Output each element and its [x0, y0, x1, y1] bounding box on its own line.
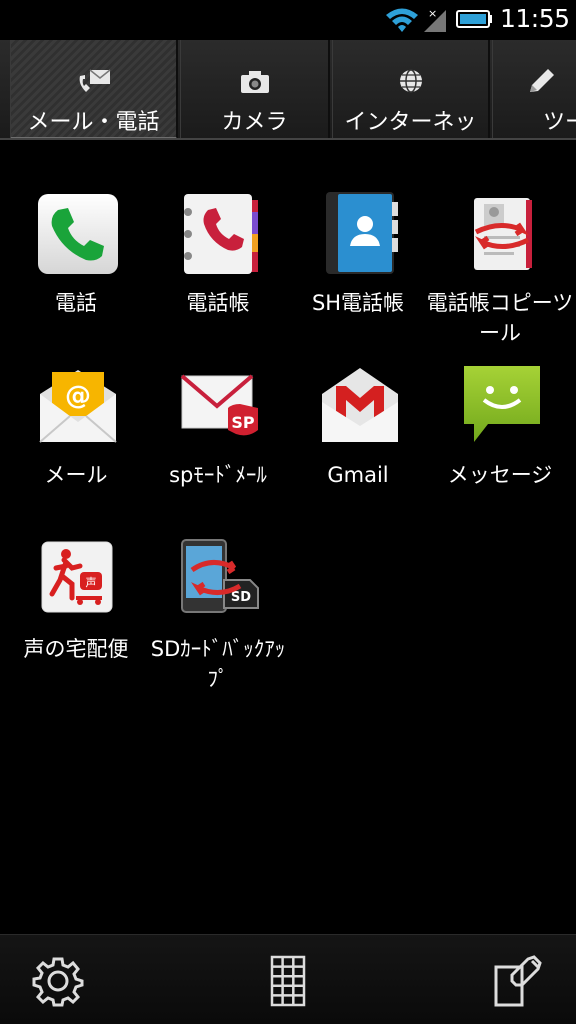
app-sd-backup[interactable]: SD SDｶｰﾄﾞﾊﾞｯｸｱｯﾌﾟ — [146, 538, 290, 718]
wifi-icon — [386, 8, 418, 32]
bottom-action-bar — [0, 934, 576, 1024]
message-icon — [464, 366, 540, 442]
globe-icon — [399, 69, 422, 93]
app-label: Gmail — [327, 463, 389, 487]
svg-text:SP: SP — [231, 413, 255, 432]
tab-label: ツー — [543, 110, 576, 135]
sd-backup-icon: SD — [181, 539, 259, 613]
phonebook-copy-icon — [474, 198, 532, 270]
tab-label: カメラ — [221, 110, 288, 135]
svg-text:声: 声 — [86, 575, 97, 589]
tab-mail-phone[interactable]: メール・電話 — [10, 40, 178, 138]
gear-icon[interactable] — [28, 951, 88, 1011]
phonebook-icon — [184, 194, 258, 274]
app-label: SH電話帳 — [311, 291, 405, 315]
app-label: spﾓｰﾄﾞﾒｰﾙ — [169, 463, 267, 487]
category-tab-bar: メール・電話 カメラ インターネッ ツー — [0, 40, 576, 140]
tab-label: メール・電話 — [27, 110, 160, 135]
sh-phonebook-icon — [326, 192, 398, 274]
app-label: 電話帳 — [186, 291, 250, 315]
svg-text:×: × — [428, 7, 437, 20]
svg-text:SD: SD — [231, 590, 251, 605]
edit-icon[interactable] — [488, 951, 548, 1011]
app-label: メッセージ — [447, 463, 553, 487]
battery-icon — [456, 10, 492, 28]
app-voice-delivery[interactable]: 声 声の宅配便 — [4, 538, 148, 718]
camera-icon — [240, 71, 269, 93]
phone-icon — [38, 194, 118, 274]
app-phonebook[interactable]: 電話帳 — [146, 192, 290, 372]
tab-camera[interactable]: カメラ — [180, 40, 330, 138]
pencil-icon — [529, 69, 554, 92]
tab-tools[interactable]: ツー — [492, 40, 576, 138]
svg-text:@: @ — [65, 381, 91, 411]
app-label: 声の宅配便 — [23, 637, 129, 661]
app-gmail[interactable]: Gmail — [286, 364, 430, 544]
app-phonebook-copy[interactable]: 電話帳コピーツール — [427, 192, 573, 372]
app-spmode-mail[interactable]: SP spﾓｰﾄﾞﾒｰﾙ — [146, 364, 290, 544]
app-label: SDｶｰﾄﾞﾊﾞｯｸｱｯﾌﾟ — [150, 637, 286, 691]
app-mail[interactable]: @ メール — [4, 364, 148, 544]
app-message[interactable]: メッセージ — [428, 364, 572, 544]
app-phone[interactable]: 電話 — [4, 192, 148, 372]
spmode-mail-icon: SP — [180, 374, 258, 436]
app-label: メール — [44, 463, 108, 487]
voice-delivery-icon: 声 — [41, 541, 113, 613]
app-sh-phonebook[interactable]: SH電話帳 — [286, 192, 430, 372]
mail-icon: @ — [39, 370, 117, 443]
grid-icon[interactable] — [258, 951, 318, 1011]
mail-phone-icon — [79, 69, 110, 92]
status-bar: × 11:55 — [0, 0, 576, 40]
app-label: 電話 — [55, 291, 97, 315]
clock: 11:55 — [500, 4, 570, 33]
gmail-icon — [322, 368, 398, 442]
tab-internet[interactable]: インターネッ — [332, 40, 490, 138]
tab-label: インターネッ — [344, 110, 477, 135]
app-label: 電話帳コピーツール — [426, 291, 574, 345]
signal-icon: × — [424, 7, 446, 32]
